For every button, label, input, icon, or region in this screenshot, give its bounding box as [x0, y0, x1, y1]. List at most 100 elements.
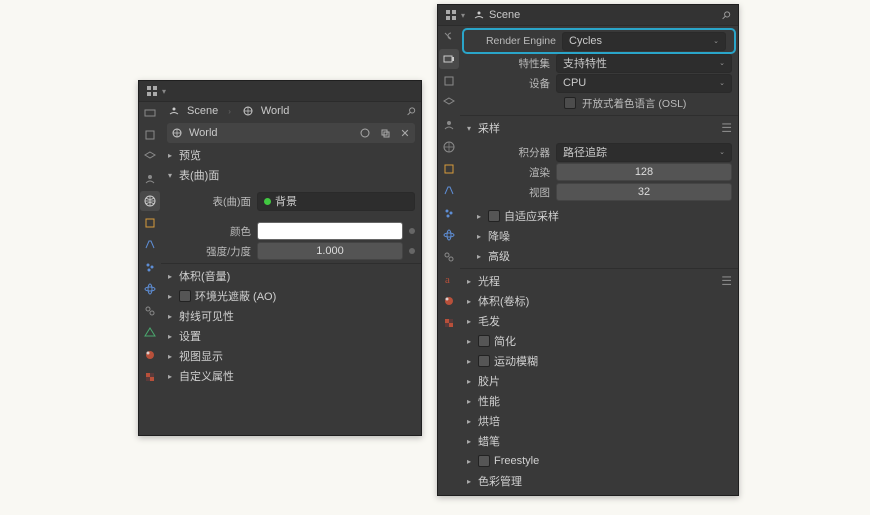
osl-checkbox[interactable] [564, 97, 576, 109]
world-datablock[interactable]: World ✕ [167, 123, 415, 143]
scene-icon [167, 104, 181, 118]
subsection-adaptive[interactable]: ▸自适应采样 [460, 206, 738, 226]
modifier-tab-icon[interactable] [439, 181, 459, 201]
output-tab-icon[interactable] [140, 125, 160, 145]
render-samples-field[interactable]: 128 [556, 163, 732, 181]
unlink-icon[interactable]: ✕ [397, 125, 413, 141]
data-tab-icon[interactable]: a [439, 269, 459, 289]
surface-dropdown[interactable]: 背景 [257, 192, 415, 211]
checkbox[interactable] [179, 290, 191, 302]
render-tab-icon[interactable] [140, 103, 160, 123]
section-settings[interactable]: ▸设置 [161, 326, 421, 346]
copy-icon[interactable] [377, 125, 393, 141]
section-colormgmt[interactable]: ▸色彩管理 [460, 471, 738, 491]
list-icon[interactable]: ☰ [721, 121, 732, 135]
osl-label: 开放式着色语言 (OSL) [582, 96, 686, 111]
physics-tab-icon[interactable] [140, 279, 160, 299]
section-film[interactable]: ▸胶片 [460, 371, 738, 391]
scene-icon [473, 9, 485, 21]
section-preview[interactable]: ▸预览 [161, 145, 421, 165]
device-dropdown[interactable]: CPU ⌄ [556, 74, 732, 93]
scene-tab-icon[interactable] [140, 169, 160, 189]
viewlayer-tab-icon[interactable] [439, 93, 459, 113]
chevron-down-icon: ⌄ [713, 37, 719, 45]
section-freestyle[interactable]: ▸Freestyle [460, 451, 738, 471]
section-label: 胶片 [478, 373, 500, 389]
particle-tab-icon[interactable] [140, 257, 160, 277]
integrator-dropdown[interactable]: 路径追踪 ⌄ [556, 143, 732, 162]
material-tab-icon[interactable] [439, 291, 459, 311]
section-volume[interactable]: ▸体积(音量) [161, 266, 421, 286]
checkbox[interactable] [488, 210, 500, 222]
section-grease[interactable]: ▸蜡笔 [460, 431, 738, 451]
world-tab-icon[interactable] [439, 137, 459, 157]
world-tab-icon[interactable] [140, 191, 160, 211]
color-field[interactable] [257, 222, 403, 240]
chevron-down-icon[interactable]: ▾ [162, 87, 166, 96]
list-icon[interactable]: ☰ [721, 274, 732, 288]
socket-dot-icon[interactable] [409, 248, 415, 254]
socket-dot-icon[interactable] [409, 228, 415, 234]
row-featureset: 特性集 支持特性 ⌄ [460, 53, 738, 73]
arrow-right-icon: ▸ [464, 297, 474, 306]
subsection-denoise[interactable]: ▸降噪 [460, 226, 738, 246]
world-icon [241, 104, 255, 118]
object-tab-icon[interactable] [439, 159, 459, 179]
new-icon[interactable] [357, 125, 373, 141]
chevron-down-icon[interactable]: ▾ [461, 11, 465, 20]
pin-icon[interactable]: ⚲ [719, 8, 734, 23]
section-performance[interactable]: ▸性能 [460, 391, 738, 411]
arrow-right-icon: ▸ [165, 292, 175, 301]
section-lightpaths[interactable]: ▸光程☰ [460, 271, 738, 291]
tool-tab-icon[interactable] [439, 27, 459, 47]
section-ao[interactable]: ▸环境光遮蔽 (AO) [161, 286, 421, 306]
render-tab-icon[interactable] [439, 49, 459, 69]
output-tab-icon[interactable] [439, 71, 459, 91]
section-sampling[interactable]: ▾采样☰ [460, 118, 738, 138]
engine-dropdown[interactable]: Cycles ⌄ [562, 32, 726, 51]
checkbox[interactable] [478, 335, 490, 347]
viewport-samples-field[interactable]: 32 [556, 183, 732, 201]
object-tab-icon[interactable] [140, 213, 160, 233]
section-simplify[interactable]: ▸简化 [460, 331, 738, 351]
arrow-right-icon: ▸ [165, 332, 175, 341]
svg-text:a: a [445, 274, 450, 286]
subsection-advanced[interactable]: ▸高级 [460, 246, 738, 266]
section-volumes[interactable]: ▸体积(卷标) [460, 291, 738, 311]
checkbox[interactable] [478, 355, 490, 367]
crumb-world[interactable]: World [261, 105, 290, 117]
arrow-right-icon: ▸ [165, 312, 175, 321]
section-custom[interactable]: ▸自定义属性 [161, 366, 421, 386]
section-motionblur[interactable]: ▸运动模糊 [460, 351, 738, 371]
section-viewport[interactable]: ▸视图显示 [161, 346, 421, 366]
editor-type-icon[interactable] [442, 6, 460, 24]
checkbox[interactable] [478, 455, 490, 467]
world-name[interactable]: World [189, 127, 353, 139]
arrow-right-icon: ▸ [464, 317, 474, 326]
texture-tab-icon[interactable] [439, 313, 459, 333]
row-viewport-samples: 视图 32 [460, 182, 738, 202]
data-tab-icon[interactable] [140, 323, 160, 343]
section-label: 光程 [478, 273, 500, 289]
section-bake[interactable]: ▸烘培 [460, 411, 738, 431]
editor-type-icon[interactable] [143, 82, 161, 100]
constraint-tab-icon[interactable] [439, 247, 459, 267]
pin-icon[interactable]: ⚲ [404, 104, 419, 119]
modifier-tab-icon[interactable] [140, 235, 160, 255]
crumb-scene[interactable]: Scene [489, 9, 520, 21]
constraint-tab-icon[interactable] [140, 301, 160, 321]
scene-tab-icon[interactable] [439, 115, 459, 135]
featureset-dropdown[interactable]: 支持特性 ⌄ [556, 54, 732, 73]
section-hair[interactable]: ▸毛发 [460, 311, 738, 331]
section-surface[interactable]: ▾表(曲)面 [161, 165, 421, 185]
texture-tab-icon[interactable] [140, 367, 160, 387]
material-tab-icon[interactable] [140, 345, 160, 365]
particle-tab-icon[interactable] [439, 203, 459, 223]
engine-label: Render Engine [466, 35, 556, 47]
strength-field[interactable]: 1.000 [257, 242, 403, 260]
physics-tab-icon[interactable] [439, 225, 459, 245]
row-integrator: 积分器 路径追踪 ⌄ [460, 142, 738, 162]
viewlayer-tab-icon[interactable] [140, 147, 160, 167]
section-rayvis[interactable]: ▸射线可见性 [161, 306, 421, 326]
crumb-scene[interactable]: Scene [187, 105, 218, 117]
